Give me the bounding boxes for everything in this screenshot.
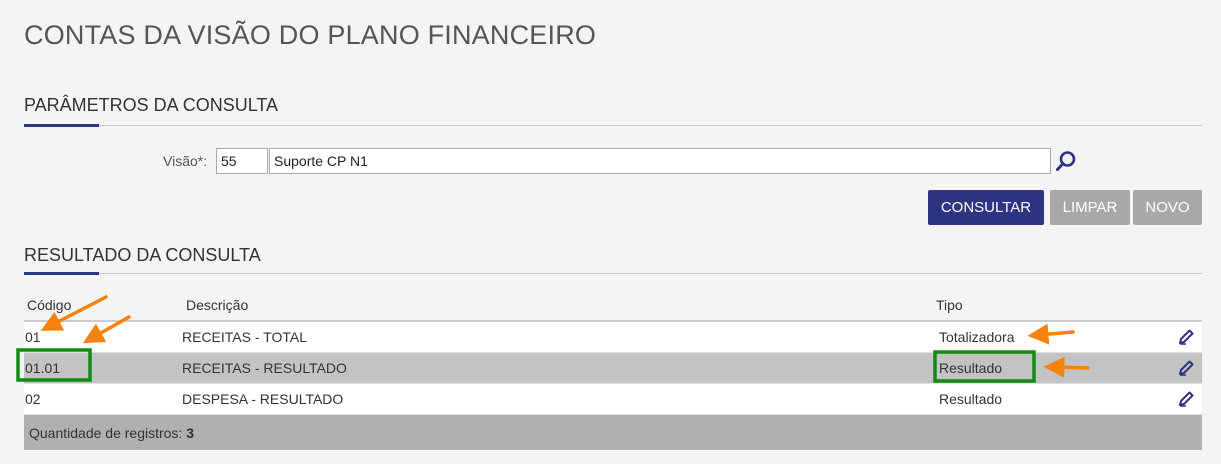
results-section-title: RESULTADO DA CONSULTA bbox=[24, 245, 261, 265]
params-section-divider bbox=[24, 125, 1202, 126]
results-section-divider bbox=[24, 273, 1202, 274]
record-count-value: 3 bbox=[186, 425, 195, 441]
consultar-button[interactable]: CONSULTAR bbox=[928, 190, 1044, 225]
cell-descricao: DESPESA - RESULTADO bbox=[182, 391, 344, 407]
params-section-title: PARÂMETROS DA CONSULTA bbox=[24, 95, 279, 115]
visao-code-input[interactable] bbox=[216, 148, 268, 174]
cell-codigo: 01 bbox=[25, 329, 41, 345]
visao-name-input[interactable] bbox=[269, 148, 1051, 174]
pencil-icon[interactable] bbox=[1177, 328, 1195, 346]
pencil-icon[interactable] bbox=[1177, 359, 1195, 377]
params-section-accent bbox=[24, 124, 99, 127]
results-section-accent bbox=[24, 272, 99, 275]
record-count-label: Quantidade de registros: bbox=[29, 425, 183, 441]
cell-descricao: RECEITAS - TOTAL bbox=[182, 329, 307, 345]
table-header: Código Descrição Tipo bbox=[24, 292, 1202, 322]
cell-descricao: RECEITAS - RESULTADO bbox=[182, 360, 347, 376]
record-count: Quantidade de registros: 3 bbox=[29, 425, 194, 441]
table-row[interactable]: 01 RECEITAS - TOTAL Totalizadora bbox=[24, 322, 1202, 353]
cell-codigo: 01.01 bbox=[25, 360, 61, 376]
visao-search-button[interactable] bbox=[1052, 148, 1080, 174]
cell-codigo: 02 bbox=[25, 391, 41, 407]
column-header-codigo[interactable]: Código bbox=[27, 297, 71, 313]
column-header-tipo[interactable]: Tipo bbox=[936, 297, 963, 313]
pencil-icon[interactable] bbox=[1177, 390, 1195, 408]
limpar-button[interactable]: LIMPAR bbox=[1050, 190, 1130, 225]
visao-label: Visão*: bbox=[163, 153, 208, 169]
results-table: Código Descrição Tipo 01 RECEITAS - TOTA… bbox=[24, 292, 1202, 450]
table-row-selected[interactable]: 01.01 RECEITAS - RESULTADO Resultado bbox=[24, 353, 1202, 384]
cell-tipo: Totalizadora bbox=[939, 329, 1015, 345]
magnifier-icon bbox=[1056, 151, 1076, 171]
novo-button[interactable]: NOVO bbox=[1133, 190, 1202, 225]
column-header-descricao[interactable]: Descrição bbox=[186, 297, 248, 313]
cell-tipo: Resultado bbox=[939, 391, 1003, 407]
table-row[interactable]: 02 DESPESA - RESULTADO Resultado bbox=[24, 384, 1202, 415]
page-title: CONTAS DA VISÃO DO PLANO FINANCEIRO bbox=[24, 20, 597, 50]
table-footer: Quantidade de registros: 3 bbox=[24, 415, 1202, 450]
cell-tipo: Resultado bbox=[939, 360, 1003, 376]
